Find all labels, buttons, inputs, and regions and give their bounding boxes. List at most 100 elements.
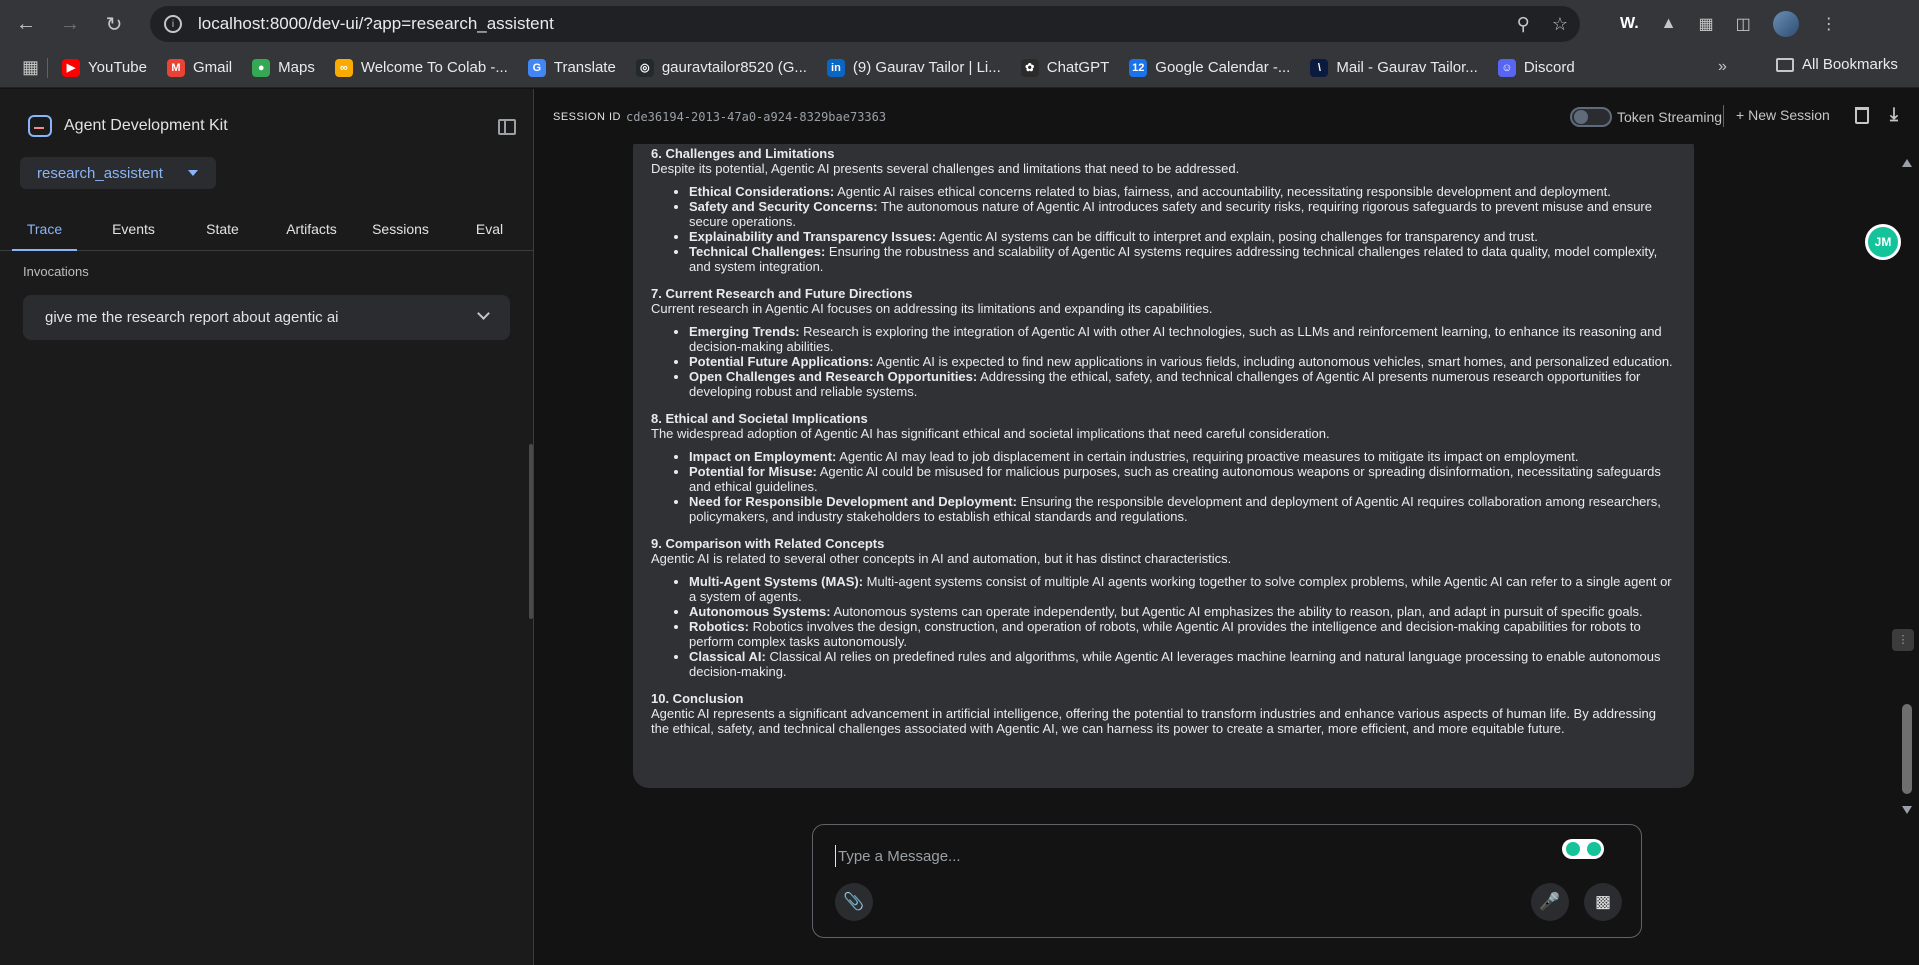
list-item-text: Agentic AI systems can be difficult to i… xyxy=(936,229,1538,244)
site-info-icon[interactable]: i xyxy=(164,15,182,33)
list-item: Emerging Trends: Research is exploring t… xyxy=(689,324,1676,354)
bookmark-favicon-icon: ☺ xyxy=(1497,58,1516,77)
side-panel-toggle-icon[interactable]: ⋮ xyxy=(1892,629,1914,651)
collapse-sidebar-icon[interactable] xyxy=(498,119,516,135)
section-intro: Agentic AI represents a significant adva… xyxy=(651,706,1656,736)
scroll-down-arrow-icon[interactable] xyxy=(1902,806,1912,814)
bookmark-item[interactable]: 12 Google Calendar -... xyxy=(1129,58,1291,77)
list-item-term: Multi-Agent Systems (MAS): xyxy=(689,574,864,589)
list-item-text: Classical AI relies on predefined rules … xyxy=(689,649,1661,679)
app-selector[interactable]: research_assistent xyxy=(20,157,216,189)
tab-eval[interactable]: Eval xyxy=(445,213,534,250)
bookmark-item[interactable]: M Gmail xyxy=(166,58,232,77)
delete-session-icon[interactable] xyxy=(1855,107,1869,124)
list-item: Robotics: Robotics involves the design, … xyxy=(689,619,1676,649)
bookmark-item[interactable]: ✿ ChatGPT xyxy=(1020,58,1110,77)
list-item-text: Robotics involves the design, constructi… xyxy=(689,619,1641,649)
bookmark-label: YouTube xyxy=(88,59,147,76)
url-text[interactable]: localhost:8000/dev-ui/?app=research_assi… xyxy=(198,14,554,34)
grammarly-avatar: JM xyxy=(1865,224,1901,260)
list-item-term: Classical AI: xyxy=(689,649,766,664)
bookmark-star-icon[interactable]: ☆ xyxy=(1552,14,1568,35)
bookmark-item[interactable]: ▶ YouTube xyxy=(62,58,147,77)
adk-logo-icon xyxy=(28,115,52,137)
tab-sessions[interactable]: Sessions xyxy=(356,213,445,250)
bookmark-item[interactable]: ∞ Welcome To Colab -... xyxy=(334,58,508,77)
bookmark-favicon-icon: ◎ xyxy=(635,58,654,77)
message-composer: 📎 🎤 ▩ xyxy=(812,824,1642,938)
app-selector-value: research_assistent xyxy=(37,164,163,182)
bookmark-item[interactable]: \ Mail - Gaurav Tailor... xyxy=(1310,58,1478,77)
bookmark-item[interactable]: in (9) Gaurav Tailor | Li... xyxy=(826,58,1001,77)
list-item-term: Impact on Employment: xyxy=(689,449,837,464)
list-item-text: Agentic AI raises ethical concerns relat… xyxy=(834,184,1611,199)
video-camera-icon: ▩ xyxy=(1594,892,1612,911)
tab-trace[interactable]: Trace xyxy=(0,213,89,251)
grammarly-floating-button[interactable]: JM xyxy=(1865,224,1905,264)
list-item-term: Potential Future Applications: xyxy=(689,354,874,369)
invocation-item[interactable]: give me the research report about agenti… xyxy=(23,295,510,340)
new-session-button[interactable]: + New Session xyxy=(1736,107,1830,123)
bookmark-item[interactable]: ☺ Discord xyxy=(1497,58,1575,77)
extensions-puzzle-icon[interactable]: ◫ xyxy=(1736,14,1751,34)
all-bookmarks-label: All Bookmarks xyxy=(1802,56,1898,73)
bookmark-label: ChatGPT xyxy=(1046,59,1110,76)
attach-file-button[interactable]: 📎 xyxy=(835,883,873,921)
list-item-text: Autonomous systems can operate independe… xyxy=(830,604,1643,619)
tab-events[interactable]: Events xyxy=(89,213,178,250)
divider xyxy=(1723,105,1724,127)
list-item: Potential for Misuse: Agentic AI could b… xyxy=(689,464,1676,494)
token-streaming-label: Token Streaming xyxy=(1617,109,1723,125)
download-icon[interactable]: ⤓ xyxy=(1885,105,1903,125)
invocations-label: Invocations xyxy=(23,264,89,279)
session-id-value: cde36194-2013-47a0-a924-8329bae73363 xyxy=(626,110,887,124)
scrollbar-thumb[interactable] xyxy=(1902,704,1912,794)
more-bookmarks-icon[interactable]: » xyxy=(1718,58,1727,76)
chat-scroll-area[interactable]: 6. Challenges and Limitations Despite its… xyxy=(535,144,1919,809)
grammarly-badge[interactable] xyxy=(1562,839,1604,859)
extension-icon[interactable]: ▲ xyxy=(1661,15,1677,33)
section-intro: Despite its potential, Agentic AI presen… xyxy=(651,161,1240,176)
scroll-up-arrow-icon[interactable] xyxy=(1902,159,1912,167)
back-icon[interactable]: ← xyxy=(8,6,44,42)
tab-artifacts[interactable]: Artifacts xyxy=(267,213,356,250)
report-section: 8. Ethical and Societal Implications The … xyxy=(651,411,1676,524)
bullet-list: Multi-Agent Systems (MAS): Multi-agent s… xyxy=(689,574,1676,679)
message-input[interactable] xyxy=(835,845,1535,867)
zoom-icon[interactable]: ⚲ xyxy=(1517,14,1530,35)
tab-state[interactable]: State xyxy=(178,213,267,250)
bookmark-favicon-icon: ∞ xyxy=(334,58,353,77)
bookmark-item[interactable]: G Translate xyxy=(527,58,616,77)
extension-w-icon[interactable]: W. xyxy=(1620,15,1639,33)
section-intro: Agentic AI is related to several other c… xyxy=(651,551,1232,566)
apps-grid-icon[interactable]: ▦ xyxy=(22,57,39,78)
extension-grid-icon[interactable]: ▦ xyxy=(1699,14,1714,34)
bookmark-label: Google Calendar -... xyxy=(1155,59,1291,76)
sidebar-resize-handle[interactable] xyxy=(529,444,533,619)
bookmark-favicon-icon: in xyxy=(826,58,845,77)
forward-icon[interactable]: → xyxy=(52,6,88,42)
token-streaming-toggle[interactable] xyxy=(1570,107,1612,127)
address-bar[interactable]: i localhost:8000/dev-ui/?app=research_as… xyxy=(150,6,1580,42)
list-item: Need for Responsible Development and Dep… xyxy=(689,494,1676,524)
list-item-term: Ethical Considerations: xyxy=(689,184,835,199)
bookmark-label: Mail - Gaurav Tailor... xyxy=(1336,59,1478,76)
bookmark-favicon-icon: G xyxy=(527,58,546,77)
bookmark-favicon-icon: M xyxy=(166,58,185,77)
reload-icon[interactable]: ↻ xyxy=(96,6,132,42)
list-item-text: Agentic AI is expected to find new appli… xyxy=(873,354,1673,369)
bookmark-item[interactable]: ● Maps xyxy=(252,58,315,77)
microphone-button[interactable]: 🎤 xyxy=(1531,883,1569,921)
chevron-down-icon[interactable] xyxy=(477,307,490,320)
bookmark-favicon-icon: ✿ xyxy=(1020,58,1039,77)
list-item: Explainability and Transparency Issues: … xyxy=(689,229,1676,244)
report-section: 6. Challenges and Limitations Despite its… xyxy=(651,146,1676,274)
bookmark-item[interactable]: ◎ gauravtailor8520 (G... xyxy=(635,58,807,77)
list-item: Classical AI: Classical AI relies on pre… xyxy=(689,649,1676,679)
bookmarks-bar: ▦ ▶ YouTube M Gmail ● Maps ∞ Welcome To Colab -… xyxy=(0,48,1919,88)
menu-dots-icon[interactable]: ⋮ xyxy=(1821,14,1837,34)
video-button[interactable]: ▩ xyxy=(1584,883,1622,921)
profile-avatar[interactable] xyxy=(1772,11,1799,37)
all-bookmarks-button[interactable]: All Bookmarks xyxy=(1776,56,1898,73)
section-heading: 6. Challenges and Limitations xyxy=(651,146,835,161)
